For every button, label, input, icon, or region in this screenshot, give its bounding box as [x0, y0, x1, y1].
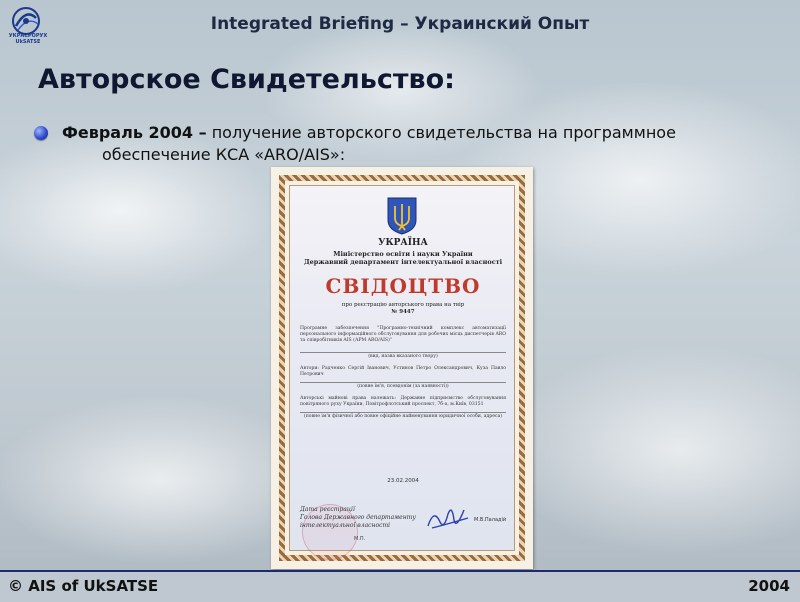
- bullet-lead: Февраль 2004 –: [62, 123, 207, 142]
- certificate-owner-caption: (повне ім'я фізичної або повне офіційне …: [303, 414, 503, 419]
- bullet-sphere-icon: [34, 126, 48, 140]
- certificate-authors-caption: (повне ім'я, псевдонім (за наявності)): [357, 384, 449, 389]
- certificate-ministry-line2: Державний департамент інтелектуальної вл…: [303, 258, 503, 266]
- certificate-subtitle: про реєстрацію авторського права на твір: [341, 302, 465, 308]
- certificate-authors-text: Автори: Радченко Сергій Іванович, Устино…: [300, 366, 506, 378]
- certificate-ministry-line1: Міністерство освіти і науки України: [333, 250, 473, 258]
- divider: [300, 412, 506, 413]
- certificate-sign-label1: Дата реєстрації: [300, 506, 355, 513]
- divider: [300, 382, 506, 383]
- certificate-owner-text: Авторські майнові права належать: Держав…: [300, 396, 506, 408]
- slide-title: Авторское Свидетельство:: [38, 64, 455, 95]
- certificate-ministry: Міністерство освіти і науки України Держ…: [290, 250, 516, 266]
- certificate-sign-label2: Голова Державного департаменту: [300, 514, 416, 521]
- footer-copyright: © AIS of UkSATSE: [8, 577, 159, 595]
- certificate-work-caption: (вид, назва вказаного твору): [368, 354, 438, 359]
- certificate-seal-label: М.П.: [354, 536, 366, 542]
- certificate-number: № 9447: [391, 309, 415, 315]
- certificate-body: УКРАЇНА Міністерство освіти і науки Укра…: [289, 185, 516, 560]
- certificate-date: 23.02.2004: [387, 478, 419, 484]
- certificate-subtitle-block: про реєстрацію авторського права на твір…: [290, 302, 516, 316]
- trident-emblem-icon: [387, 197, 417, 235]
- certificate-signer: М.В.Паладій: [474, 517, 507, 523]
- certificate-sign-label3: інтелектуальної власності: [300, 522, 391, 529]
- footer-year: 2004: [748, 577, 790, 595]
- footer-bar: © AIS of UkSATSE 2004: [0, 570, 800, 602]
- divider: [300, 352, 506, 353]
- certificate-work-text: Програмне забезпечення "Програмно-техніч…: [300, 326, 506, 344]
- bullet-line1: получение авторского свидетельства на пр…: [206, 123, 676, 142]
- bullet-line2: обеспечение КСА «ARO/AIS»:: [102, 145, 346, 164]
- logo-caption: УКРАЄРОРУХ UkSATSE: [8, 33, 48, 45]
- certificate-country: УКРАЇНА: [378, 238, 428, 248]
- bullet-text: Февраль 2004 – получение авторского свид…: [62, 122, 762, 166]
- header-title: Integrated Briefing – Украинский Опыт: [210, 14, 590, 34]
- signature-icon: [427, 509, 469, 529]
- certificate-sign-labels: Дата реєстрації Голова Державного департ…: [300, 506, 416, 530]
- certificate-image: УКРАЇНА Міністерство освіти і науки Укра…: [271, 167, 533, 569]
- certificate-heading: СВІДОЦТВО: [325, 274, 481, 298]
